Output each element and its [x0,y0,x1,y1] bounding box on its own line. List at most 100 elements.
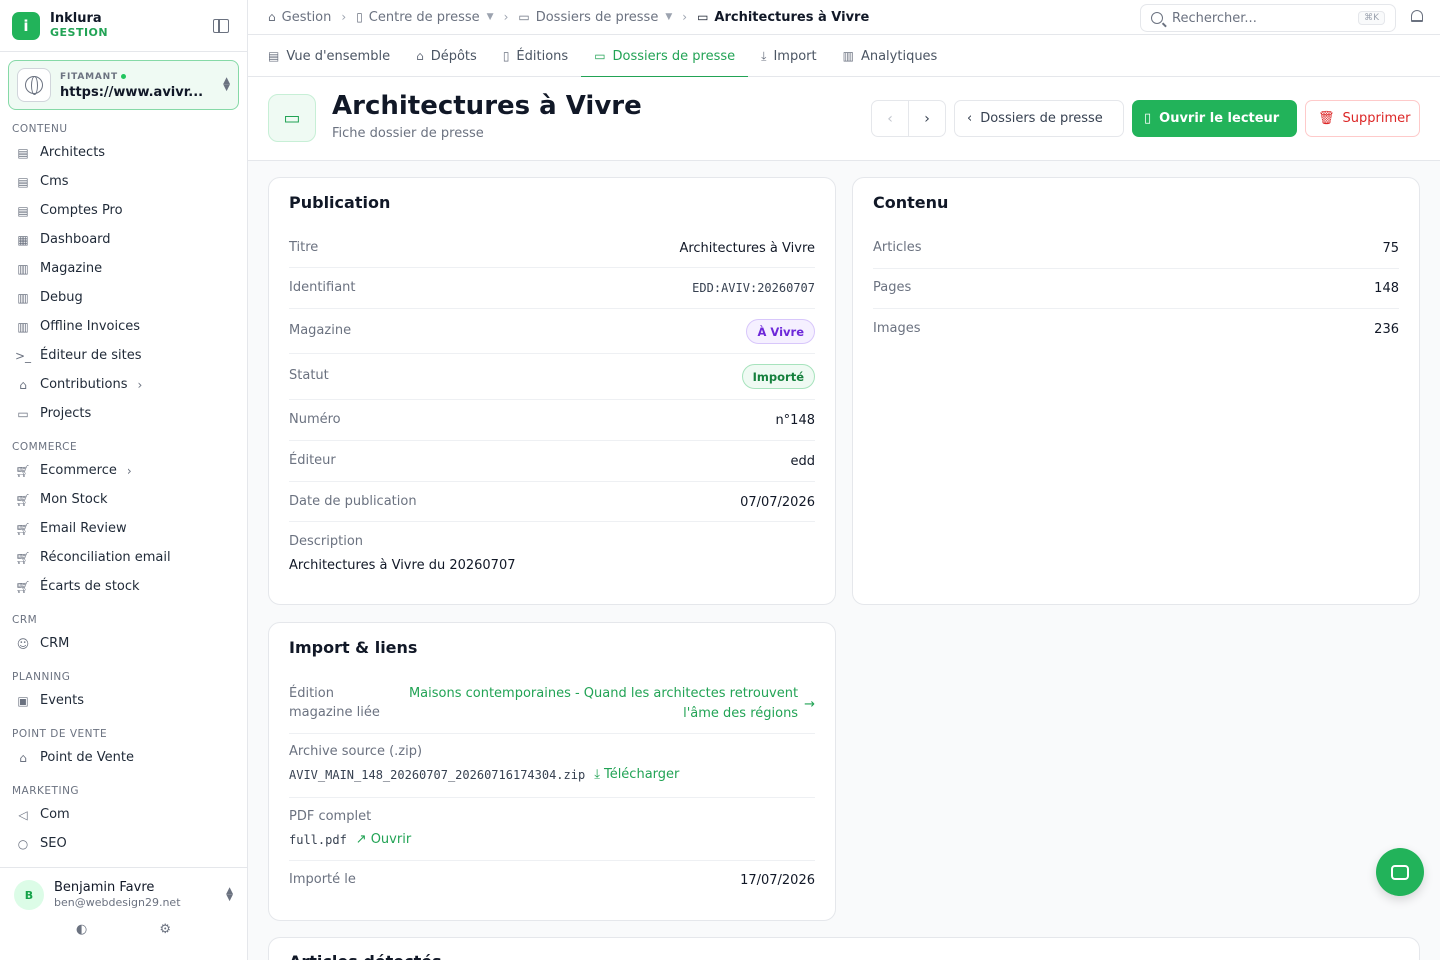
sidebar-item-reconciliation-email[interactable]: 🛒︎ Réconciliation email [0,543,247,572]
avatar: B [14,880,44,910]
breadcrumb-dossiers-de-presse[interactable]: ▭ Dossiers de presse ▼ [518,10,672,25]
stat-pages: Pages 148 [873,269,1399,309]
sidebar-item-ecommerce[interactable]: 🛒︎ Ecommerce › [0,456,247,485]
tab-analytiques[interactable]: ▥ Analytiques [830,35,951,77]
field-label: Date de publication [289,494,417,509]
cart-icon: 🛒︎ [15,521,31,536]
field-label: Numéro [289,412,341,427]
delete-button[interactable]: 🗑︎ Supprimer [1305,100,1420,137]
chevron-right-icon: › [503,10,509,24]
sidebar-item-label: Events [40,693,85,708]
tab-label: Dépôts [430,48,477,64]
status-dot-icon [120,74,126,79]
sidebar-item-label: CRM [40,636,70,651]
field-value: edd [790,454,815,469]
archive-filename: AVIV_MAIN_148_20260707_20260716174304.zi… [289,767,586,782]
sidebar-item-magazine[interactable]: ▥ Magazine [0,254,247,283]
sidebar-item-projects[interactable]: ▭ Projects [0,399,247,428]
palette-icon[interactable]: ◐ [76,922,87,937]
sidebar-item-cms[interactable]: ▤ Cms [0,167,247,196]
sidebar-item-comptes-pro[interactable]: ▤ Comptes Pro [0,196,247,225]
tab-import[interactable]: ⤓ Import [748,35,829,77]
chat-button[interactable] [1376,848,1424,896]
breadcrumb-centre-de-presse[interactable]: ▯ Centre de presse ▼ [356,10,493,25]
stat-value: 75 [1382,241,1399,256]
cart-icon: 🛒︎ [15,550,31,565]
sidebar-item-label: Éditeur de sites [40,348,142,363]
chevron-left-icon[interactable]: ‹ [872,101,909,136]
sidebar-item-debug[interactable]: ▥ Debug [0,283,247,312]
user-name: Benjamin Favre [54,880,155,895]
sidebar-item-point-de-vente[interactable]: ⌂ Point de Vente [0,743,247,772]
sidebar-toggle-icon[interactable] [213,18,229,33]
tab-bar: ▤ Vue d'ensemble ⌂ Dépôts ▯ Éditions ▭ Dossi… [248,35,1440,78]
page-header: ▭ Architectures à Vivre Fiche dossier de… [248,77,1440,161]
sidebar-item-label: Dashboard [40,232,111,247]
sidebar-item-offline-invoices[interactable]: ▥ Offline Invoices [0,312,247,341]
sidebar-item-events[interactable]: ▣ Events [0,686,247,715]
field-label: Archive source (.zip) [289,744,423,759]
book-open-icon: ▯ [1144,111,1152,126]
field-value: EDD:AVIV:20260707 [692,281,815,295]
sidebar-item-mon-stock[interactable]: 🛒︎ Mon Stock [0,485,247,514]
download-link[interactable]: ⤓ Télécharger [594,767,679,782]
tab-dossiers-de-presse[interactable]: ▭ Dossiers de presse [581,35,749,78]
search-input[interactable]: Rechercher... ⌘K [1140,4,1396,32]
tab-depots[interactable]: ⌂ Dépôts [403,35,490,77]
gear-icon[interactable]: ⚙ [159,922,171,937]
brand-logo[interactable]: i [12,11,40,40]
open-reader-button[interactable]: ▯ Ouvrir le lecteur [1132,100,1297,137]
section-label-point-de-vente: POINT DE VENTE [12,728,108,740]
page-title: Architectures à Vivre [332,91,642,121]
tab-editions[interactable]: ▯ Éditions [490,35,581,77]
sidebar-item-crm[interactable]: ☺ CRM [0,629,247,658]
sidebar-item-seo[interactable]: ○ SEO [0,829,247,858]
card-title: Articles détectés [289,952,442,960]
sidebar-nav: CONTENU ▤ Architects ▤ Cms ▤ Comptes Pro ▦ D… [0,120,247,858]
bell-icon[interactable] [1411,10,1423,22]
chevron-right-icon[interactable]: › [909,101,945,136]
chevron-updown-icon: ▲ ▼ [223,76,230,93]
breadcrumb-label: Gestion [281,9,332,25]
search-icon [1151,12,1163,24]
link-label: Télécharger [603,767,680,782]
button-label: Supprimer [1342,111,1411,126]
sidebar-item-com[interactable]: ◁ Com [0,800,247,829]
field-pdf: PDF complet full.pdf ↗ Ouvrir [289,798,815,861]
document-icon: ▤ [17,174,29,189]
breadcrumb-label: Centre de presse [368,9,480,25]
tab-vue-ensemble[interactable]: ▤ Vue d'ensemble [268,35,403,77]
site-tag: FITAMANT [60,72,118,82]
newspaper-icon: ▥ [17,290,29,305]
section-label-commerce: COMMERCE [12,441,78,453]
stat-value: 148 [1374,281,1399,296]
edition-link[interactable]: Maisons contemporaines - Quand les archi… [409,684,815,724]
user-menu[interactable]: B Benjamin Favre ben@webdesign29.net ▲ ▼ … [0,867,247,960]
sidebar-item-dashboard[interactable]: ▦ Dashboard [0,225,247,254]
sidebar-item-label: Ecommerce [40,463,117,478]
field-numero: Numéro n°148 [289,400,815,441]
sidebar-item-email-review[interactable]: 🛒︎ Email Review [0,514,247,543]
link-line: l'âme des régions [683,706,799,721]
field-label: Éditeur [289,453,336,468]
sidebar-item-label: Offline Invoices [40,319,141,334]
contenu-card: Contenu Articles 75 Pages 148 Images 236 [852,177,1420,605]
book-icon: ▯ [356,10,363,24]
trash-icon: 🗑︎ [1318,111,1335,126]
breadcrumb-gestion[interactable]: ⌂ Gestion [268,10,331,25]
button-label: Dossiers de presse [980,111,1103,126]
back-button[interactable]: ‹ Dossiers de presse [954,100,1124,137]
field-edition-liee: Édition magazine liée Maisons contempora… [289,673,815,734]
sidebar-item-editeur-de-sites[interactable]: >_ Éditeur de sites [0,341,247,370]
sidebar-item-ecarts-de-stock[interactable]: 🛒︎ Écarts de stock [0,572,247,601]
sidebar-item-architects[interactable]: ▤ Architects [0,138,247,167]
newspaper-icon: ▥ [17,319,29,334]
publication-card: Publication Titre Architectures à Vivre … [268,177,836,605]
sidebar-item-label: Mon Stock [40,492,108,507]
site-switcher[interactable]: FITAMANT https://www.avivr... ▲ ▼ [8,60,239,110]
sidebar-item-label: Architects [40,145,106,160]
chevron-down-icon: ▼ [486,12,494,22]
sidebar-item-contributions[interactable]: ⌂ Contributions › [0,370,247,399]
open-pdf-link[interactable]: ↗ Ouvrir [356,832,411,847]
sidebar-item-label: Magazine [40,261,103,276]
